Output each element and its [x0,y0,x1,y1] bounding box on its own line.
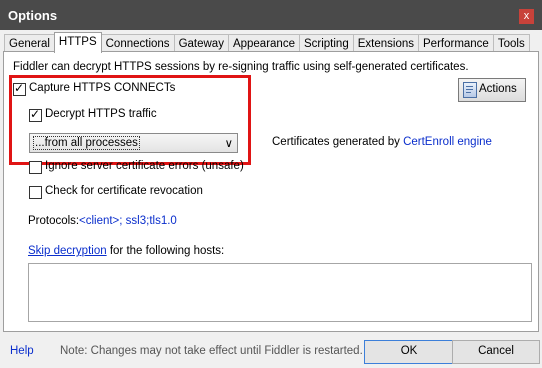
tab-strip: General HTTPS Connections Gateway Appear… [4,32,530,53]
actions-icon [463,82,477,98]
capture-connects-checkbox[interactable]: ✓ [13,81,26,96]
checkmark-icon: ✓ [30,107,41,121]
cert-engine-link[interactable]: CertEnroll engine [403,136,492,148]
help-link[interactable]: Help [10,345,34,357]
capture-connects-label: Capture HTTPS CONNECTs [29,82,176,94]
cert-generator-prefix: Certificates generated by [272,136,400,148]
window-title: Options [8,8,58,23]
intro-text: Fiddler can decrypt HTTPS sessions by re… [13,61,469,73]
ok-button[interactable]: OK [364,340,454,364]
skip-decryption-suffix: for the following hosts: [109,245,225,257]
protocols-link[interactable]: <client>; ssl3;tls1.0 [79,215,177,227]
skip-decryption-link[interactable]: Skip decryption [28,245,107,257]
ignore-cert-errors-checkbox[interactable] [29,161,42,174]
chevron-down-icon: ∨ [224,138,233,150]
restart-note: Note: Changes may not take effect until … [60,345,363,357]
check-revocation-checkbox[interactable] [29,186,42,199]
ignore-cert-errors-label: Ignore server certificate errors (unsafe… [45,160,244,172]
checkmark-icon: ✓ [14,81,25,95]
title-bar: Options x [0,0,542,30]
skip-decryption-text: Skip decryption for the following hosts: [28,245,224,257]
decrypt-traffic-checkbox[interactable]: ✓ [29,107,42,122]
cert-generator-text: Certificates generated by CertEnroll eng… [272,136,492,148]
tab-https[interactable]: HTTPS [53,32,102,53]
close-button[interactable]: x [519,9,534,24]
cancel-button[interactable]: Cancel [452,340,540,364]
process-filter-value: ...from all processes [33,136,140,150]
protocols-label: Protocols: [28,215,80,227]
process-filter-select[interactable]: ...from all processes ∨ [29,133,238,153]
actions-label: Actions [479,83,517,95]
check-revocation-label: Check for certificate revocation [45,185,203,197]
skip-hosts-textarea[interactable] [28,263,532,322]
close-icon: x [523,10,530,22]
actions-button[interactable]: Actions [458,78,526,102]
decrypt-traffic-label: Decrypt HTTPS traffic [45,108,157,120]
